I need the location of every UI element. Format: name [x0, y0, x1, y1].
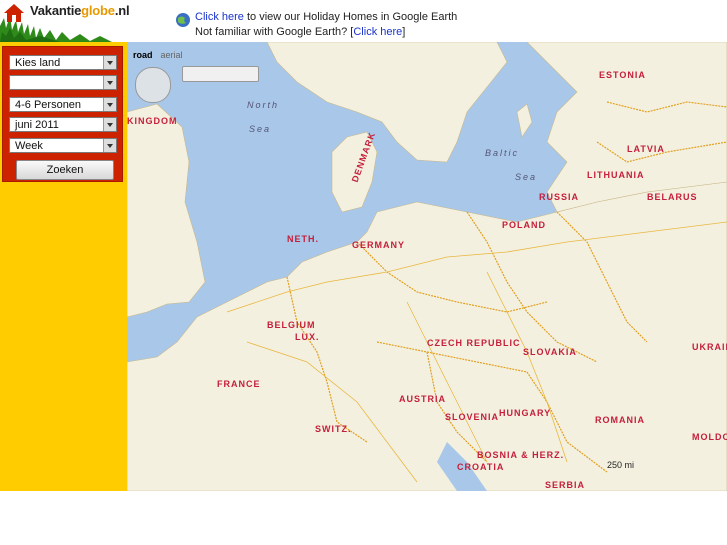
house-icon: [4, 4, 24, 22]
map-type-tabs: road aerial: [133, 50, 191, 60]
country-select[interactable]: Kies land: [9, 55, 117, 70]
country-label: SLOVENIA: [445, 412, 500, 422]
persons-select-value: 4-6 Personen: [15, 99, 82, 111]
country-label: LATVIA: [627, 144, 665, 154]
country-label: BELGIUM: [267, 320, 316, 330]
chevron-down-icon: [103, 76, 116, 89]
month-select[interactable]: juni 2011: [9, 117, 117, 132]
duration-select[interactable]: Week: [9, 138, 117, 153]
site-logo[interactable]: Vakantieglobe.nl: [0, 0, 140, 42]
tab-aerial[interactable]: aerial: [161, 50, 183, 60]
sea-label: Sea: [249, 124, 272, 134]
country-label: LUX.: [295, 332, 320, 342]
country-label: HUNGARY: [499, 408, 552, 418]
country-label: POLAND: [502, 220, 546, 230]
logo-text: Vakantieglobe.nl: [30, 3, 130, 18]
google-earth-help-link[interactable]: Click here: [353, 26, 402, 38]
chevron-down-icon: [103, 118, 116, 131]
map-scale: 250 mi: [607, 460, 635, 470]
country-label: BELARUS: [647, 192, 698, 202]
sea-label: Sea: [515, 172, 538, 182]
google-earth-help-text: Not familiar with Google Earth? [: [195, 26, 354, 38]
country-label: UKRAINE: [692, 342, 727, 352]
country-label: KINGDOM: [127, 116, 178, 126]
logo-text-part3: .nl: [114, 3, 130, 18]
country-select-value: Kies land: [15, 57, 61, 69]
chevron-down-icon: [103, 139, 116, 152]
country-label: AUSTRIA: [399, 394, 446, 404]
sea-label: Baltic: [485, 148, 520, 158]
tab-road[interactable]: road: [133, 50, 153, 60]
country-label: ESTONIA: [599, 70, 646, 80]
google-earth-link[interactable]: Click here: [195, 11, 244, 23]
pan-control[interactable]: [135, 67, 171, 103]
search-button[interactable]: Zoeken: [16, 160, 114, 180]
country-label: MOLDOVA: [692, 432, 727, 442]
country-label: GERMANY: [352, 240, 406, 250]
google-earth-help-bracket: ]: [402, 26, 406, 38]
country-label: SWITZ.: [315, 424, 352, 434]
google-earth-icon: [176, 13, 190, 27]
country-label: LITHUANIA: [587, 170, 645, 180]
persons-select[interactable]: 4-6 Personen: [9, 97, 117, 112]
logo-text-part2: globe: [81, 3, 115, 18]
country-label: SLOVAKIA: [523, 347, 577, 357]
country-label: CROATIA: [457, 462, 505, 472]
duration-select-value: Week: [15, 140, 43, 152]
google-earth-text: to view our Holiday Homes in Google Eart…: [243, 11, 458, 23]
country-label: NETH.: [287, 234, 319, 244]
search-form: Kies land 4-6 Personen juni 2011 Week Zo…: [2, 46, 123, 182]
country-label: BOSNIA & HERZ.: [477, 450, 565, 460]
region-select[interactable]: [9, 75, 117, 90]
logo-text-part1: Vakantie: [30, 3, 82, 18]
country-label: ROMANIA: [595, 415, 645, 425]
country-label: FRANCE: [217, 379, 261, 389]
country-label: CZECH REPUBLIC: [427, 338, 521, 348]
chevron-down-icon: [103, 56, 116, 69]
map-view[interactable]: road aerial North Sea Baltic Sea KINGDOM …: [127, 42, 727, 491]
zoom-slider[interactable]: [182, 66, 259, 82]
chevron-down-icon: [103, 98, 116, 111]
google-earth-message: Click here to view our Holiday Homes in …: [195, 10, 457, 40]
sea-label: North: [247, 100, 280, 110]
country-label: RUSSIA: [539, 192, 580, 202]
country-label: SERBIA: [545, 480, 586, 490]
month-select-value: juni 2011: [15, 119, 59, 131]
sidebar: Kies land 4-6 Personen juni 2011 Week Zo…: [0, 42, 127, 491]
